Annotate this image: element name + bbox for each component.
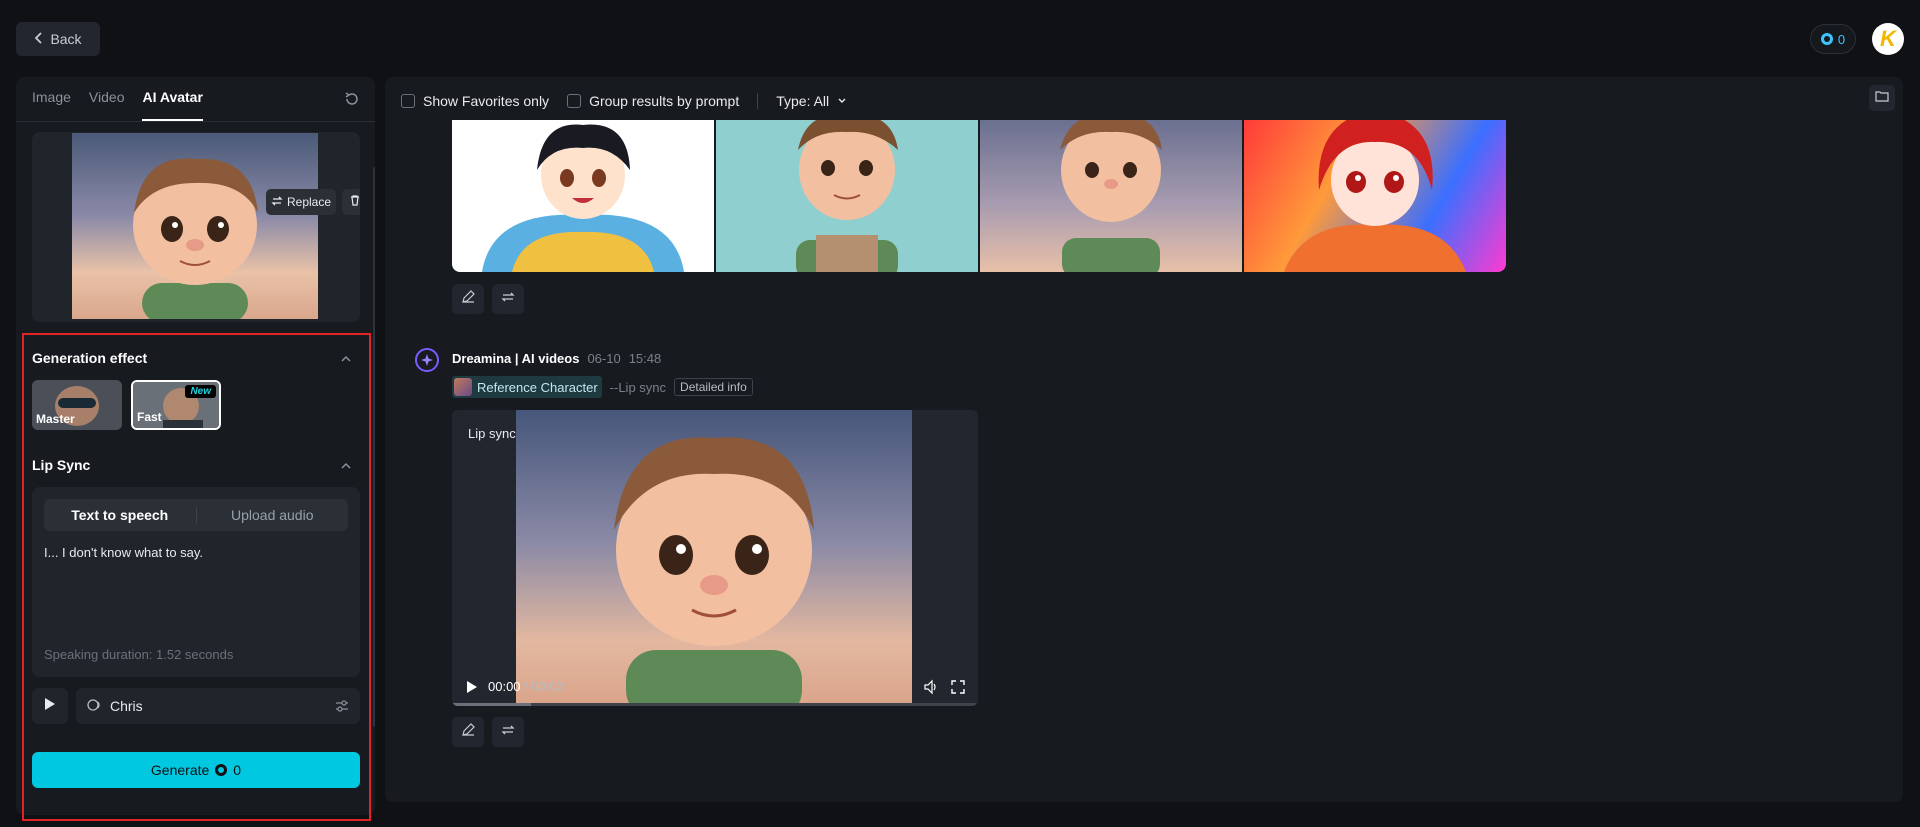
lip-sync-title: Lip Sync — [32, 457, 91, 473]
generation-effect-title: Generation effect — [32, 350, 148, 366]
repeat-icon — [501, 290, 515, 309]
user-avatar[interactable]: K — [1872, 23, 1904, 55]
credits-badge[interactable]: 0 — [1810, 24, 1856, 54]
collapse-generation-effect-icon[interactable] — [340, 352, 352, 364]
result-image-2[interactable] — [716, 120, 978, 272]
favorites-checkbox[interactable] — [401, 94, 415, 108]
video-controls: 00:00 / 00:02 — [452, 672, 978, 702]
video-frame — [516, 410, 912, 706]
reference-character-tag[interactable]: Reference Character — [452, 376, 602, 398]
voice-icon — [86, 697, 102, 716]
folder-icon — [1875, 89, 1889, 107]
reference-character-box: Replace — [32, 132, 360, 322]
show-favorites-filter[interactable]: Show Favorites only — [401, 93, 549, 109]
dreamina-logo-icon — [415, 348, 439, 372]
pencil-icon — [461, 722, 475, 742]
video-progress-bar[interactable] — [452, 703, 978, 706]
left-scrollbar[interactable] — [373, 167, 375, 727]
regenerate-button[interactable] — [492, 284, 524, 314]
generation-tags: Reference Character --Lip sync Detailed … — [452, 376, 753, 398]
mode-tabs: Image Video AI Avatar — [32, 89, 203, 121]
delete-button[interactable] — [342, 189, 360, 215]
generation-source: Dreamina | AI videos — [452, 351, 580, 366]
trash-icon — [349, 193, 360, 211]
lip-sync-tag: --Lip sync — [609, 379, 667, 395]
video-time: 00:00 / 00:02 — [488, 679, 564, 694]
lip-sync-mode-switch: Text to speech Upload audio — [44, 499, 348, 531]
voice-preview-play-button[interactable] — [32, 688, 68, 724]
tab-ai-avatar[interactable]: AI Avatar — [142, 89, 203, 121]
tab-divider — [16, 121, 375, 122]
chevron-left-icon — [34, 31, 44, 47]
new-badge: New — [185, 385, 216, 398]
group-label: Group results by prompt — [589, 93, 740, 109]
fullscreen-icon[interactable] — [950, 679, 966, 695]
detailed-info-button[interactable]: Detailed info — [674, 378, 753, 396]
collapse-lip-sync-icon[interactable] — [340, 459, 352, 471]
video-edit-button[interactable] — [452, 717, 484, 747]
credit-icon — [215, 764, 228, 776]
type-label: Type: All — [776, 93, 830, 109]
video-current-time: 00:00 — [488, 679, 521, 694]
type-filter-dropdown[interactable]: Type: All — [776, 93, 847, 109]
folder-button[interactable] — [1869, 85, 1895, 111]
play-icon — [44, 697, 56, 716]
video-total-time: / 00:02 — [524, 679, 564, 694]
generation-header: Dreamina | AI videos 06-10 15:48 — [452, 351, 661, 366]
generation-time: 15:48 — [628, 351, 662, 366]
replace-button[interactable]: Replace — [266, 189, 336, 215]
group-by-prompt-filter[interactable]: Group results by prompt — [567, 93, 739, 109]
favorites-label: Show Favorites only — [423, 93, 550, 109]
video-regenerate-button[interactable] — [492, 717, 524, 747]
speech-text-input[interactable]: I... I don't know what to say. — [44, 545, 203, 560]
effect-label-fast: Fast — [137, 410, 162, 424]
speaking-duration: Speaking duration: 1.52 seconds — [44, 647, 234, 662]
generate-label: Generate — [150, 762, 210, 778]
voice-selector[interactable]: Chris — [76, 688, 360, 724]
swap-icon — [271, 195, 283, 210]
volume-icon[interactable] — [923, 679, 939, 695]
video-player[interactable]: Lip sync 00:00 / 00:02 — [452, 410, 978, 706]
reset-icon[interactable] — [344, 91, 362, 109]
reference-character-image — [72, 133, 318, 319]
reference-thumbnail — [454, 378, 472, 396]
filter-divider — [757, 93, 759, 109]
tab-image[interactable]: Image — [32, 89, 71, 121]
chevron-down-icon — [837, 93, 847, 109]
effect-option-fast[interactable]: New Fast — [131, 380, 221, 430]
generation-date: 06-10 — [587, 351, 621, 366]
lip-sync-box: Text to speech Upload audio I... I don't… — [32, 487, 360, 677]
generate-cost: 0 — [233, 762, 242, 778]
effect-label-master: Master — [36, 412, 75, 426]
repeat-icon — [501, 723, 515, 742]
upload-audio-tab[interactable]: Upload audio — [197, 507, 349, 523]
effect-option-master[interactable]: Master — [32, 380, 122, 430]
back-button[interactable]: Back — [16, 22, 100, 56]
credits-count: 0 — [1837, 31, 1846, 47]
replace-label: Replace — [286, 195, 332, 209]
video-label: Lip sync — [468, 426, 516, 441]
group-checkbox[interactable] — [567, 94, 582, 108]
top-bar: Back 0 K — [0, 0, 1920, 77]
result-image-4[interactable] — [1244, 120, 1506, 272]
edit-button[interactable] — [452, 284, 484, 314]
generate-button[interactable]: Generate 0 — [32, 752, 360, 788]
video-progress-fill — [452, 703, 531, 706]
back-label: Back — [50, 31, 82, 47]
pencil-icon — [461, 289, 475, 309]
text-to-speech-tab[interactable]: Text to speech — [44, 507, 196, 523]
results-panel: Show Favorites only Group results by pro… — [385, 77, 1903, 802]
filter-bar: Show Favorites only Group results by pro… — [401, 89, 855, 113]
video-play-icon[interactable] — [466, 680, 478, 694]
credit-icon — [1820, 33, 1833, 45]
tab-video[interactable]: Video — [89, 89, 125, 121]
image-results-row — [452, 120, 1506, 272]
reference-character-label: Reference Character — [477, 379, 598, 395]
result-image-1[interactable] — [452, 120, 714, 272]
result-image-3[interactable] — [980, 120, 1242, 272]
voice-name: Chris — [110, 698, 143, 714]
sliders-icon[interactable] — [334, 698, 350, 714]
